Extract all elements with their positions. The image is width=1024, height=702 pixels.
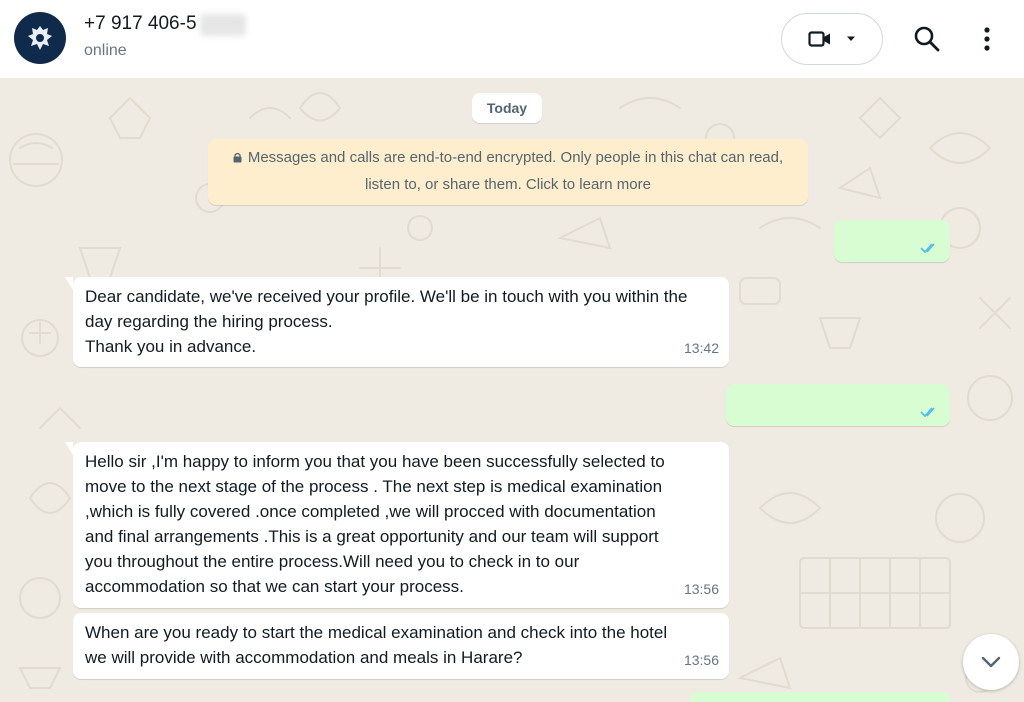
contact-avatar[interactable] <box>14 12 66 64</box>
search-button[interactable] <box>910 22 944 56</box>
search-icon <box>914 26 940 52</box>
message-time: 13:42 <box>683 340 719 356</box>
incoming-message-bubble[interactable]: When are you ready to start the medical … <box>73 613 729 679</box>
encryption-notice[interactable]: Messages and calls are end-to-end encryp… <box>208 139 808 205</box>
outgoing-message-bubble[interactable] <box>726 384 950 426</box>
message-text: When are you ready to start the medical … <box>85 623 668 667</box>
outgoing-message-bubble-partial[interactable] <box>690 692 950 702</box>
eagle-emblem-icon <box>21 19 59 57</box>
video-camera-icon <box>808 31 830 47</box>
message-time: 13:56 <box>683 652 719 668</box>
encryption-text-line1: Messages and calls are end-to-end encryp… <box>247 149 784 166</box>
chevron-down-icon <box>847 36 855 41</box>
chat-area[interactable]: Today Messages and calls are end-to-end … <box>0 78 1024 702</box>
contact-status: online <box>84 42 127 59</box>
chat-header: +7 917 406-5 online <box>0 0 1024 78</box>
date-divider: Today <box>472 93 542 123</box>
menu-button[interactable] <box>972 22 1002 56</box>
chevron-down-icon <box>981 656 1001 668</box>
encryption-text-line2: listen to, or share them. Click to learn… <box>365 176 651 193</box>
incoming-message-bubble[interactable]: Dear candidate, we've received your prof… <box>65 277 729 367</box>
read-receipt-icon <box>920 407 935 418</box>
outgoing-message-bubble[interactable] <box>834 220 950 262</box>
video-call-button[interactable] <box>781 13 883 65</box>
contact-name[interactable]: +7 917 406-5 <box>84 13 197 35</box>
bubble-tail <box>65 442 73 455</box>
kebab-menu-icon <box>984 27 990 51</box>
scroll-to-bottom-button[interactable] <box>963 634 1019 690</box>
lock-icon <box>233 152 242 163</box>
message-time: 13:56 <box>683 581 719 597</box>
redacted-number-blur <box>200 14 246 36</box>
read-receipt-icon <box>920 243 935 254</box>
message-text: Hello sir ,I'm happy to inform you that … <box>85 452 665 596</box>
incoming-message-bubble[interactable]: Hello sir ,I'm happy to inform you that … <box>65 442 729 608</box>
bubble-tail <box>65 277 73 290</box>
message-text: Dear candidate, we've received your prof… <box>85 287 688 356</box>
